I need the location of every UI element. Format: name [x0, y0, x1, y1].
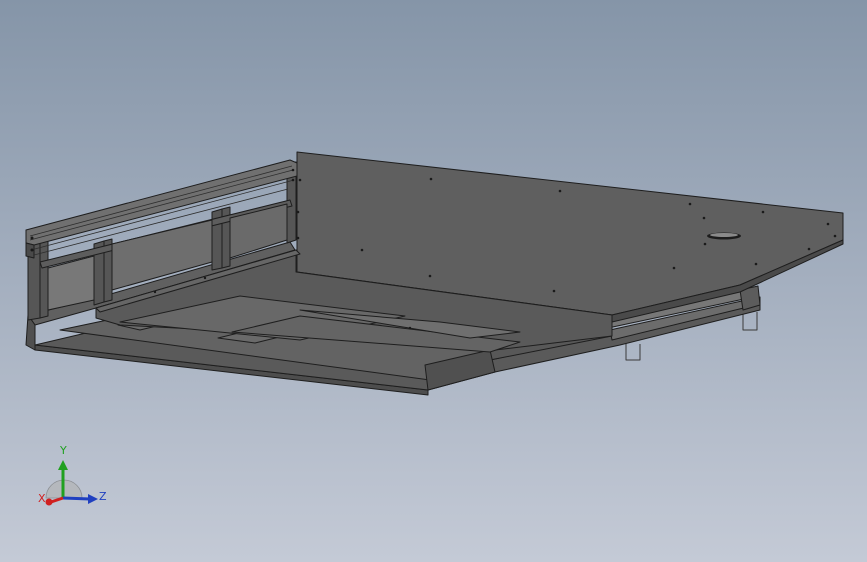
model-view[interactable]	[0, 0, 867, 562]
y-arrow-icon	[58, 460, 68, 470]
coordinate-triad: Y Z X	[38, 444, 107, 506]
z-arrow-icon	[88, 494, 98, 504]
x-arrow-icon	[45, 498, 53, 506]
x-axis-icon	[50, 496, 64, 504]
cad-assembly-model[interactable]	[25, 151, 844, 396]
graphics-viewport[interactable]: Y Z X	[0, 0, 867, 562]
z-axis-icon	[62, 496, 91, 501]
handle-slot	[707, 232, 741, 240]
y-axis-label: Y	[59, 444, 67, 457]
x-axis-label: X	[38, 492, 46, 505]
z-axis-label: Z	[99, 490, 107, 503]
